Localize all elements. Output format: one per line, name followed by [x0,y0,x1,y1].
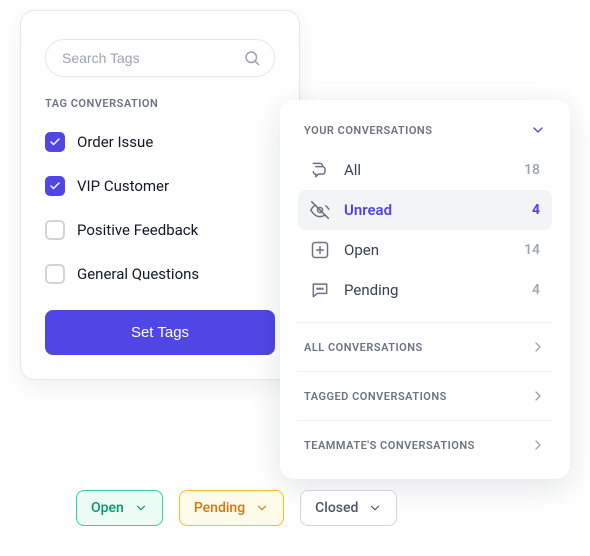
chevron-down-icon [368,501,382,515]
group-label: TEAMMATE'S CONVERSATIONS [304,439,475,452]
conversations-panel: YOUR CONVERSATIONS All 18 Unread 4 Open … [280,100,570,479]
tag-label: Order Issue [77,133,153,151]
conv-item-count: 4 [532,282,540,298]
your-conversations-header[interactable]: YOUR CONVERSATIONS [298,122,552,138]
tag-item-general-questions[interactable]: General Questions [45,258,275,290]
tag-section-label: TAG CONVERSATION [45,97,275,110]
eye-off-icon [310,200,330,220]
status-label: Open [91,500,124,516]
conv-item-count: 14 [524,242,540,258]
chevron-down-icon [255,501,269,515]
group-label: ALL CONVERSATIONS [304,341,423,354]
status-closed-button[interactable]: Closed [300,490,397,526]
search-icon [243,49,261,67]
status-pending-button[interactable]: Pending [179,490,284,526]
conv-item-open[interactable]: Open 14 [298,230,552,270]
group-teammates-conversations[interactable]: TEAMMATE'S CONVERSATIONS [298,420,552,469]
checkbox-icon [45,264,65,284]
checkbox-icon [45,176,65,196]
tag-item-vip-customer[interactable]: VIP Customer [45,170,275,202]
chat-icon [310,160,330,180]
status-row: Open Pending Closed [76,490,397,526]
tag-label: VIP Customer [77,177,169,195]
conv-item-label: All [344,161,510,179]
conv-item-count: 4 [532,202,540,218]
conv-item-label: Open [344,241,510,259]
conv-item-all[interactable]: All 18 [298,150,552,190]
tag-panel: TAG CONVERSATION Order Issue VIP Custome… [20,10,300,380]
group-all-conversations[interactable]: ALL CONVERSATIONS [298,322,552,371]
checkbox-icon [45,220,65,240]
chevron-right-icon [530,339,546,355]
group-label: TAGGED CONVERSATIONS [304,390,447,403]
chevron-down-icon [134,501,148,515]
checkbox-icon [45,132,65,152]
your-conversations-label: YOUR CONVERSATIONS [304,124,432,137]
conv-item-count: 18 [524,162,540,178]
status-open-button[interactable]: Open [76,490,163,526]
plus-square-icon [310,240,330,260]
chevron-down-icon [530,122,546,138]
conv-item-unread[interactable]: Unread 4 [298,190,552,230]
tag-item-order-issue[interactable]: Order Issue [45,126,275,158]
chevron-right-icon [530,437,546,453]
search-input[interactable] [45,39,275,77]
group-tagged-conversations[interactable]: TAGGED CONVERSATIONS [298,371,552,420]
tag-label: General Questions [77,265,199,283]
chevron-right-icon [530,388,546,404]
tag-item-positive-feedback[interactable]: Positive Feedback [45,214,275,246]
conv-item-label: Pending [344,281,518,299]
tag-label: Positive Feedback [77,221,198,239]
conv-item-label: Unread [344,201,518,219]
message-dots-icon [310,280,330,300]
search-wrap [45,39,275,77]
set-tags-button[interactable]: Set Tags [45,310,275,355]
status-label: Closed [315,500,358,516]
conv-item-pending[interactable]: Pending 4 [298,270,552,310]
status-label: Pending [194,500,245,516]
